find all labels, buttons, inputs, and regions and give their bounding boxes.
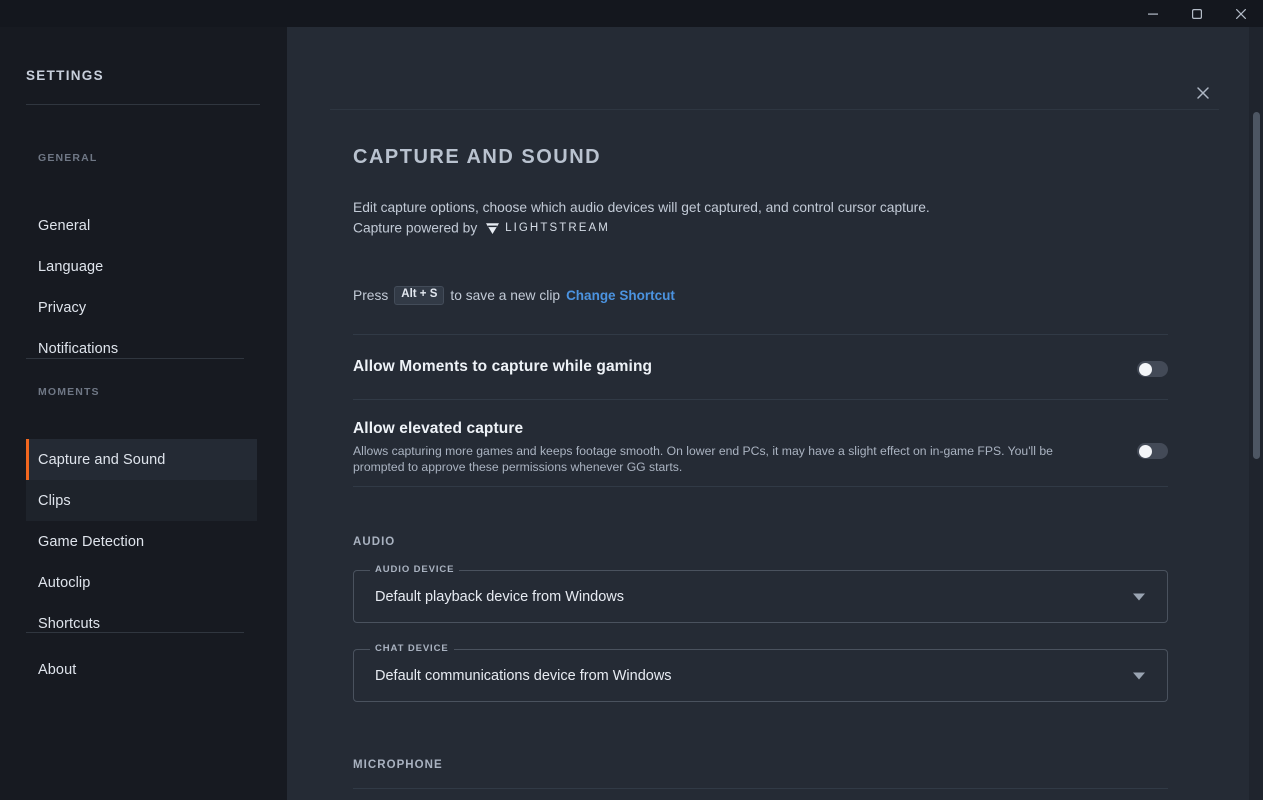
sidebar-item-label: About [38,661,77,678]
chat-device-select[interactable]: CHAT DEVICE Default communications devic… [353,643,1168,702]
sidebar-divider-top [26,104,260,105]
divider-above-audio-section [353,486,1168,487]
shortcut-press-label: Press [353,287,389,303]
sidebar-item-capture-and-sound[interactable]: Capture and Sound [26,439,257,480]
main-scrollbar-thumb[interactable] [1253,112,1260,459]
change-shortcut-link[interactable]: Change Shortcut [566,288,675,303]
panel-scroll-content: CAPTURE AND SOUND Edit capture options, … [287,110,1263,800]
settings-main-panel: CAPTURE AND SOUND Edit capture options, … [287,27,1263,800]
chevron-down-icon [1133,672,1145,679]
window-maximize-button[interactable] [1175,0,1219,27]
lightstream-wordmark: LIGHTSTREAM [505,222,610,234]
close-icon [1197,87,1209,99]
sidebar-item-shortcuts[interactable]: Shortcuts [26,603,257,644]
lightstream-logo: LIGHTSTREAM [485,218,610,238]
sidebar-item-autoclip[interactable]: Autoclip [26,562,257,603]
main-scrollbar-track[interactable] [1249,27,1263,800]
sidebar-item-label: Clips [38,492,71,509]
sidebar-item-label: Capture and Sound [38,451,166,468]
sidebar-title: SETTINGS [26,68,104,83]
setting-row-elevated-capture: Allow elevated capture Allows capturing … [353,420,1168,475]
sidebar-item-label: Autoclip [38,574,91,591]
audio-device-select[interactable]: AUDIO DEVICE Default playback device fro… [353,564,1168,623]
setting-title: Allow Moments to capture while gaming [353,358,653,375]
window-close-button[interactable] [1219,0,1263,27]
divider-above-mic-row [353,788,1168,789]
sidebar-item-privacy[interactable]: Privacy [26,287,257,328]
setting-title: Allow elevated capture [353,420,524,437]
sidebar-item-label: Notifications [38,340,119,357]
sidebar-group-label-moments: MOMENTS [38,386,100,398]
chat-device-value: Default communications device from Windo… [375,667,672,684]
toggle-knob [1138,444,1152,458]
sidebar-item-label: General [38,217,91,234]
setting-subtitle: Allows capturing more games and keeps fo… [353,444,1053,474]
sidebar-item-label: Game Detection [38,533,145,550]
allow-capture-toggle[interactable] [1137,361,1168,377]
chat-device-legend: CHAT DEVICE [370,643,454,654]
audio-device-value: Default playback device from Windows [375,588,625,605]
sidebar-item-general[interactable]: General [26,205,257,246]
setting-texts: Allow Moments to capture while gaming [353,358,1083,376]
divider-above-elevated-capture [353,399,1168,400]
maximize-icon [1192,8,1203,19]
minimize-icon [1148,13,1158,15]
audio-section-label: AUDIO [353,536,396,548]
sidebar-item-notifications[interactable]: Notifications [26,328,257,369]
page-description: Edit capture options, choose which audio… [353,198,1183,239]
window-titlebar [0,0,1263,27]
setting-row-allow-capture: Allow Moments to capture while gaming [353,358,1168,377]
sidebar-divider-about [26,632,244,633]
microphone-section-label: MICROPHONE [353,759,443,771]
lightstream-triangle-icon [486,222,500,234]
shortcut-line: Press Alt + S to save a new clip Change … [353,286,675,305]
toggle-knob [1138,362,1152,376]
settings-close-button[interactable] [1188,78,1218,108]
close-icon [1236,8,1246,19]
sidebar-item-language[interactable]: Language [26,246,257,287]
shortcut-keys: Alt + S [394,286,445,305]
page-title: CAPTURE AND SOUND [353,146,602,168]
window-minimize-button[interactable] [1131,0,1175,27]
elevated-capture-toggle[interactable] [1137,443,1168,459]
page-description-text: Edit capture options, choose which audio… [353,200,930,215]
chevron-down-icon [1133,593,1145,600]
sidebar-item-label: Language [38,258,104,275]
sidebar-item-about[interactable]: About [26,649,257,690]
setting-texts: Allow elevated capture Allows capturing … [353,420,1083,475]
settings-sidebar: SETTINGS GENERAL General Language Privac… [0,27,287,800]
shortcut-action-label: to save a new clip [450,287,561,303]
sidebar-group-label-general: GENERAL [38,152,98,164]
settings-window: SETTINGS GENERAL General Language Privac… [0,0,1263,800]
audio-device-legend: AUDIO DEVICE [370,564,460,575]
sidebar-item-label: Shortcuts [38,615,101,632]
sidebar-item-game-detection[interactable]: Game Detection [26,521,257,562]
sidebar-item-label: Privacy [38,299,87,316]
sidebar-divider-moments [26,358,244,359]
powered-by-prefix: Capture powered by [353,220,478,236]
sidebar-item-clips[interactable]: Clips [26,480,257,521]
divider-above-capture-toggle [353,334,1168,335]
